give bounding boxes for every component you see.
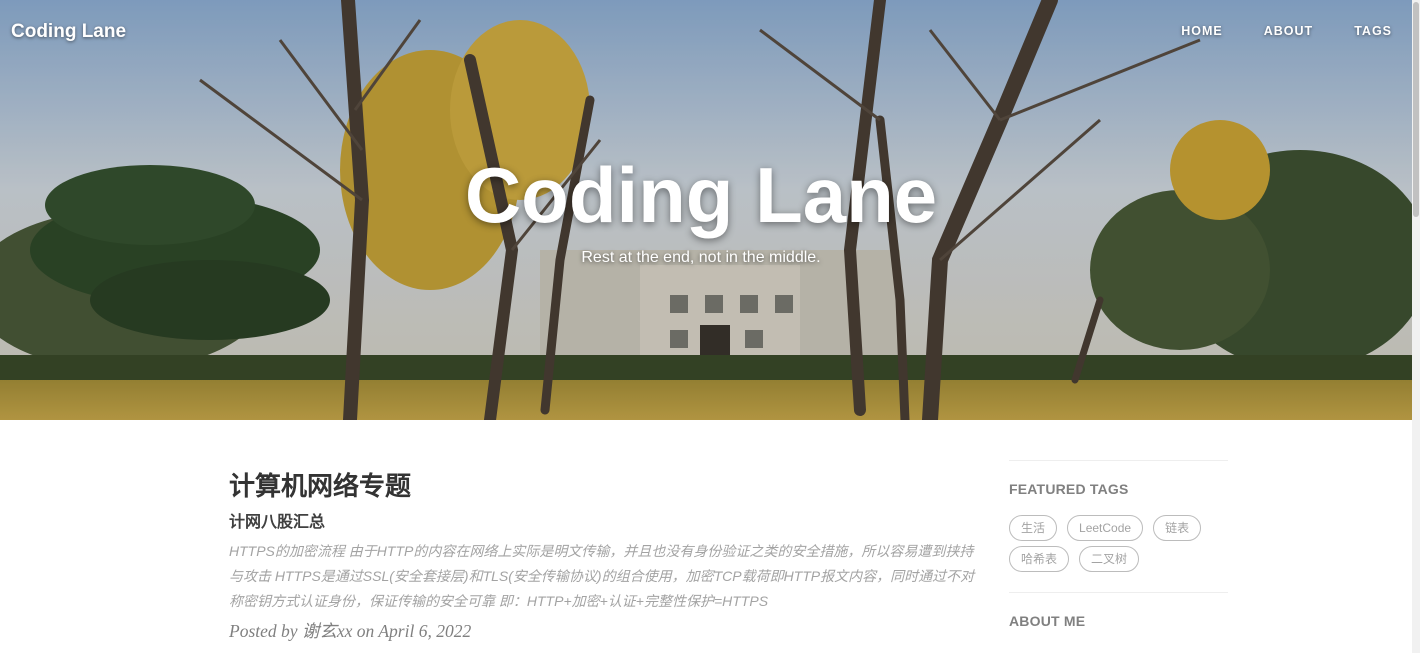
tag-cloud: 生活 LeetCode 链表 哈希表 二叉树 bbox=[1009, 515, 1228, 577]
tag-linked-list[interactable]: 链表 bbox=[1153, 515, 1202, 541]
about-me-title: ABOUT ME bbox=[1009, 613, 1086, 629]
brand-logo-link[interactable]: Coding Lane bbox=[11, 21, 126, 43]
post-title[interactable]: 计算机网络专题 bbox=[229, 466, 981, 506]
divider bbox=[1009, 460, 1228, 461]
post-meta: Posted by 谢玄xx on April 6, 2022 bbox=[229, 621, 472, 641]
nav-tags[interactable]: TAGS bbox=[1354, 24, 1392, 38]
divider bbox=[1009, 592, 1228, 593]
hero-title: Coding Lane bbox=[464, 151, 938, 239]
tag-binary-tree[interactable]: 二叉树 bbox=[1079, 546, 1140, 572]
tag-life[interactable]: 生活 bbox=[1009, 515, 1058, 541]
page-scrollbar[interactable] bbox=[1412, 0, 1420, 653]
nav-about[interactable]: ABOUT bbox=[1264, 24, 1313, 38]
scrollbar-thumb[interactable] bbox=[1413, 2, 1419, 217]
top-nav: HOME ABOUT TAGS bbox=[1140, 24, 1392, 38]
hero-banner: Coding Lane HOME ABOUT TAGS Coding Lane … bbox=[0, 0, 1412, 420]
post-subtitle[interactable]: 计网八股汇总 bbox=[229, 511, 981, 535]
sidebar: FEATURED TAGS 生活 LeetCode 链表 哈希表 二叉树 ABO… bbox=[1009, 460, 1228, 629]
post-excerpt: HTTPS的加密流程 由于HTTP的内容在网络上实际是明文传输，并且也没有身份验… bbox=[229, 543, 975, 609]
hero-subtitle: Rest at the end, not in the middle. bbox=[581, 249, 821, 266]
tag-leetcode[interactable]: LeetCode bbox=[1067, 515, 1144, 541]
post-preview[interactable]: 计算机网络专题 计网八股汇总 HTTPS的加密流程 由于HTTP的内容在网络上实… bbox=[229, 466, 981, 646]
nav-home[interactable]: HOME bbox=[1181, 24, 1223, 38]
tag-hash-table[interactable]: 哈希表 bbox=[1009, 546, 1070, 572]
featured-tags-title: FEATURED TAGS bbox=[1009, 481, 1129, 497]
